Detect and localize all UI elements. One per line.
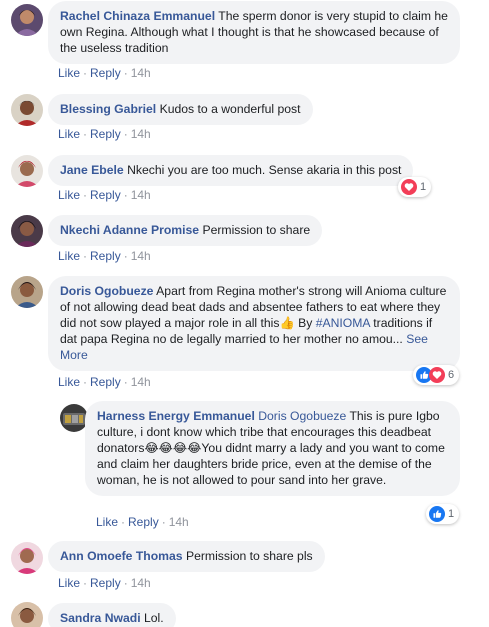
reaction-badge[interactable]: 1 xyxy=(426,504,460,524)
love-icon xyxy=(401,179,417,195)
reaction-count: 6 xyxy=(448,369,455,381)
comment-bubble: Blessing Gabriel Kudos to a wonderful po… xyxy=(48,94,313,125)
reply-link[interactable]: Reply xyxy=(90,249,121,263)
timestamp[interactable]: 14h xyxy=(131,375,151,389)
reply-link[interactable]: Reply xyxy=(90,66,121,80)
comment-author[interactable]: Ann Omoefe Thomas xyxy=(60,549,183,563)
reaction-badge[interactable]: 1 xyxy=(398,177,432,197)
comment-bubble: Ann Omoefe Thomas Permission to share pl… xyxy=(48,541,325,572)
comment-author[interactable]: Doris Ogobueze xyxy=(60,284,153,298)
timestamp[interactable]: 14h xyxy=(131,576,151,590)
reply-link[interactable]: Reply xyxy=(90,576,121,590)
like-link[interactable]: Like xyxy=(58,249,80,263)
comment-actions: Like · Reply · 14h xyxy=(58,66,151,80)
timestamp[interactable]: 14h xyxy=(131,66,151,80)
comment-actions: Like · Reply · 14h xyxy=(58,375,151,389)
reply-link[interactable]: Reply xyxy=(128,515,159,529)
comment-actions: Like · Reply · 14h xyxy=(58,188,151,202)
avatar[interactable] xyxy=(11,215,43,247)
avatar[interactable] xyxy=(11,4,43,36)
like-link[interactable]: Like xyxy=(58,576,80,590)
comment-text: Kudos to a wonderful post xyxy=(159,102,301,116)
avatar[interactable] xyxy=(11,94,43,126)
comment-text: Permission to share xyxy=(202,223,311,237)
love-icon xyxy=(429,367,445,383)
avatar[interactable] xyxy=(11,276,43,308)
hashtag-link[interactable]: #ANIOMA xyxy=(316,316,370,330)
comment-bubble: Rachel Chinaza Emmanuel The sperm donor … xyxy=(48,1,460,64)
comment-bubble: Nkechi Adanne Promise Permission to shar… xyxy=(48,215,323,246)
reply-link[interactable]: Reply xyxy=(90,375,121,389)
comment-bubble: Sandra Nwadi Lol. xyxy=(48,603,176,627)
avatar[interactable] xyxy=(11,602,43,627)
like-link[interactable]: Like xyxy=(58,127,80,141)
comment-author[interactable]: Jane Ebele xyxy=(60,163,124,177)
avatar[interactable] xyxy=(60,404,88,432)
reaction-count: 1 xyxy=(420,181,427,193)
timestamp[interactable]: 14h xyxy=(169,515,189,529)
comment-actions: Like · Reply · 14h xyxy=(58,249,151,263)
laughing-emojis: 😂😂😂😂 xyxy=(144,441,202,455)
avatar[interactable] xyxy=(11,155,43,187)
comment-actions: Like · Reply · 14h xyxy=(58,127,151,141)
mention-link[interactable]: Doris Ogobueze xyxy=(258,409,346,423)
comment-author[interactable]: Blessing Gabriel xyxy=(60,102,156,116)
like-link[interactable]: Like xyxy=(96,515,118,529)
comment-author[interactable]: Nkechi Adanne Promise xyxy=(60,223,199,237)
avatar[interactable] xyxy=(11,542,43,574)
comment-author[interactable]: Sandra Nwadi xyxy=(60,611,141,625)
like-link[interactable]: Like xyxy=(58,375,80,389)
reaction-count: 1 xyxy=(448,508,455,520)
comment-text: Nkechi you are too much. Sense akaria in… xyxy=(127,163,402,177)
comment-author[interactable]: Rachel Chinaza Emmanuel xyxy=(60,9,215,23)
timestamp[interactable]: 14h xyxy=(131,127,151,141)
comment-actions: Like · Reply · 14h xyxy=(96,515,189,529)
comment-text: Permission to share pls xyxy=(185,549,313,563)
timestamp[interactable]: 14h xyxy=(131,188,151,202)
comment-actions: Like · Reply · 14h xyxy=(58,576,151,590)
reaction-badge[interactable]: 6 xyxy=(413,365,460,385)
reply-link[interactable]: Reply xyxy=(90,127,121,141)
comment-author[interactable]: Harness Energy Emmanuel xyxy=(97,409,255,423)
reply-link[interactable]: Reply xyxy=(90,188,121,202)
like-link[interactable]: Like xyxy=(58,66,80,80)
comment-bubble: Doris Ogobueze Apart from Regina mother'… xyxy=(48,276,460,371)
comment-bubble: Harness Energy Emmanuel Doris Ogobueze T… xyxy=(85,401,460,496)
comment-text: Lol. xyxy=(143,611,164,625)
timestamp[interactable]: 14h xyxy=(131,249,151,263)
thumbs-up-emoji: 👍 xyxy=(279,316,295,330)
like-link[interactable]: Like xyxy=(58,188,80,202)
like-icon xyxy=(429,506,445,522)
comment-bubble: Jane Ebele Nkechi you are too much. Sens… xyxy=(48,155,414,186)
